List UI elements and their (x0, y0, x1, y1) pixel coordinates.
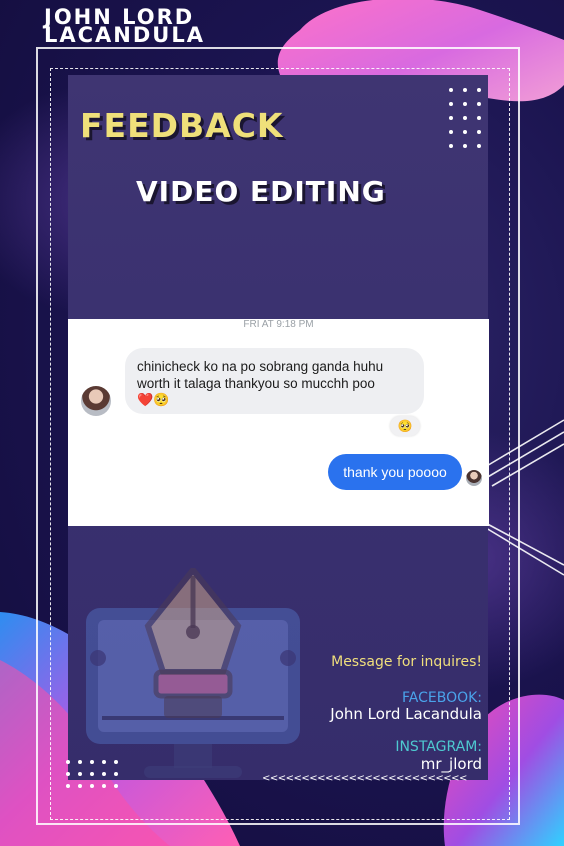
inquiry-message: Message for inquires! (331, 654, 482, 670)
poster: JOHN LORD LACANDULA FEEDBACK VIDEO EDITI… (0, 0, 564, 846)
chat-screenshot: FRI AT 9:18 PM chinicheck ko na po sobra… (68, 319, 489, 526)
instagram-label: INSTAGRAM: (395, 739, 482, 755)
reaction-emoji: 🥺 (390, 416, 420, 436)
chat-timestamp: FRI AT 9:18 PM (243, 319, 314, 330)
outgoing-message-bubble: thank you poooo (328, 454, 462, 490)
video-editing-title: VIDEO EDITING (136, 175, 386, 208)
instagram-handle: mr_jlord (420, 755, 482, 773)
incoming-message-text: chinicheck ko na po sobrang ganda huhu w… (137, 359, 384, 391)
author-name: JOHN LORD LACANDULA (44, 5, 205, 47)
dot-grid-bottom-left (66, 760, 118, 788)
incoming-emojis: ❤️🥺 (137, 392, 170, 407)
facebook-label: FACEBOOK: (401, 690, 482, 706)
dot-grid-top-right (449, 88, 481, 148)
facebook-name: John Lord Lacandula (330, 705, 482, 723)
sender-avatar (81, 386, 111, 416)
arrow-chevrons: <<<<<<<<<<<<<<<<<<<<<<<<<< (262, 773, 467, 784)
feedback-title: FEEDBACK (80, 106, 284, 145)
receiver-avatar (466, 470, 482, 486)
incoming-message-bubble: chinicheck ko na po sobrang ganda huhu w… (125, 348, 424, 414)
